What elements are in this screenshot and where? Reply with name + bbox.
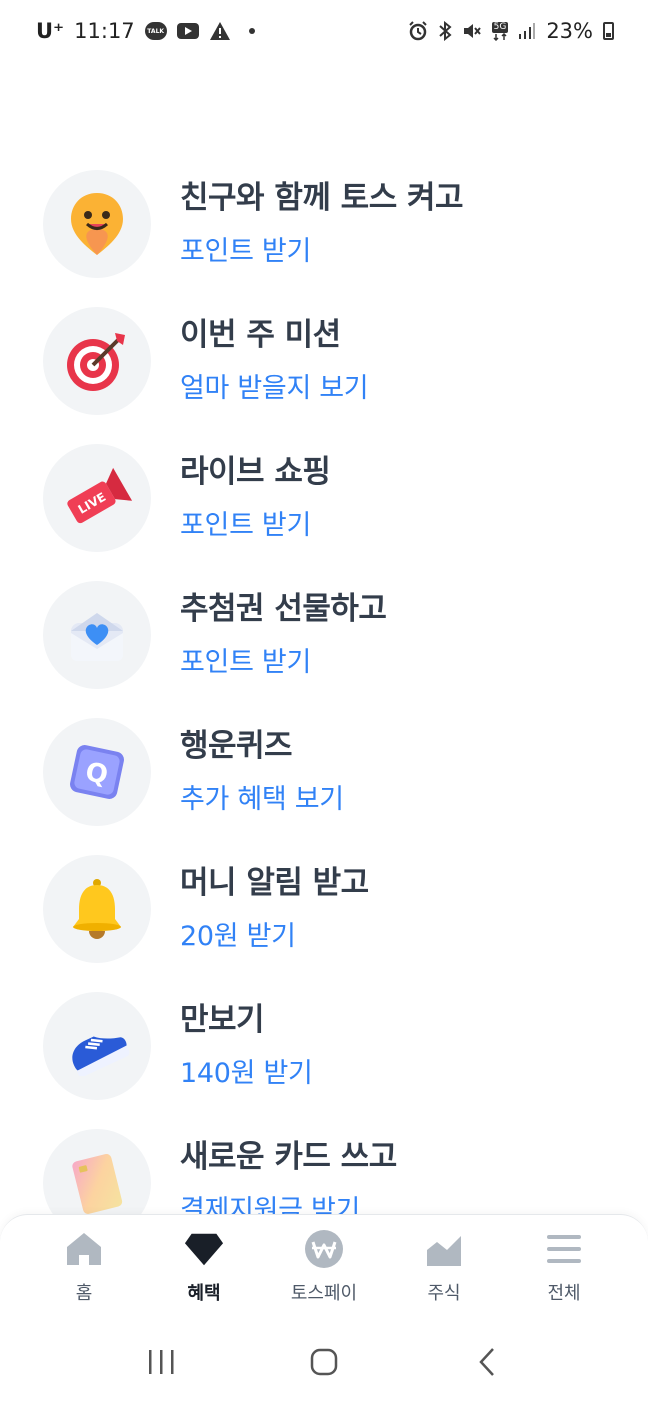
- system-nav-bar: [0, 1320, 648, 1404]
- item-title: 라이브 쇼핑: [180, 454, 331, 490]
- item-text: 행운퀴즈 추가 혜택 보기: [180, 726, 344, 820]
- item-text: 추첨권 선물하고 포인트 받기: [180, 589, 387, 683]
- sneaker-icon: [43, 992, 151, 1100]
- list-item-lucky-quiz[interactable]: Q 행운퀴즈 추가 혜택 보기: [0, 716, 648, 826]
- item-title: 행운퀴즈: [180, 728, 293, 764]
- list-item-live-shopping[interactable]: LIVE 라이브 쇼핑 포인트 받기: [0, 442, 648, 552]
- tab-label: 주식: [427, 1283, 461, 1304]
- item-title: 만보기: [180, 1002, 265, 1038]
- heart-envelope-icon: [43, 581, 151, 689]
- mute-icon: [462, 21, 482, 41]
- recent-apps-button[interactable]: [131, 1337, 191, 1387]
- list-item-money-alert[interactable]: 머니 알림 받고 20원 받기: [0, 853, 648, 963]
- alarm-icon: [408, 21, 428, 41]
- battery-percent: 23%: [546, 19, 593, 43]
- warning-icon: [209, 21, 231, 41]
- item-text: 라이브 쇼핑 포인트 받기: [180, 452, 331, 546]
- tab-stocks[interactable]: 주식: [389, 1229, 499, 1320]
- menu-icon: [544, 1229, 584, 1269]
- bell-icon: [43, 855, 151, 963]
- list-item-pedometer[interactable]: 만보기 140원 받기: [0, 990, 648, 1100]
- back-button[interactable]: [457, 1337, 517, 1387]
- tab-benefits[interactable]: 혜택: [149, 1229, 259, 1320]
- network-5g-icon: 5G: [491, 21, 509, 41]
- item-subtitle: 포인트 받기: [180, 647, 311, 678]
- item-subtitle: 추가 혜택 보기: [180, 784, 344, 815]
- tab-label: 전체: [547, 1283, 581, 1304]
- gem-icon: [184, 1229, 224, 1269]
- item-subtitle: 포인트 받기: [180, 236, 311, 267]
- item-text: 친구와 함께 토스 켜고 포인트 받기: [180, 178, 464, 272]
- tab-all[interactable]: 전체: [509, 1229, 619, 1320]
- list-item-gift-ticket[interactable]: 추첨권 선물하고 포인트 받기: [0, 579, 648, 689]
- clock: 11:17: [74, 19, 135, 43]
- item-title: 머니 알림 받고: [180, 865, 369, 901]
- youtube-icon: [176, 23, 199, 39]
- tab-label: 혜택: [187, 1283, 221, 1304]
- item-text: 이번 주 미션 얼마 받을지 보기: [180, 315, 369, 409]
- tab-home[interactable]: 홈: [29, 1229, 139, 1320]
- home-icon: [64, 1229, 104, 1269]
- tab-label: 토스페이: [290, 1283, 358, 1304]
- status-right: 5G 23%: [408, 19, 614, 43]
- status-left: U⁺ 11:17 TALK: [36, 19, 255, 43]
- target-dart-icon: [43, 307, 151, 415]
- quiz-block-icon: Q: [43, 718, 151, 826]
- tab-label: 홈: [75, 1283, 93, 1304]
- bottom-tab-bar: 홈 혜택 토스페이 주식 전체: [0, 1214, 648, 1320]
- list-item-invite-friend[interactable]: 친구와 함께 토스 켜고 포인트 받기: [0, 168, 648, 278]
- network-label: 5G: [491, 21, 509, 33]
- bluetooth-icon: [438, 21, 452, 41]
- item-title: 새로운 카드 쓰고: [180, 1139, 397, 1175]
- stock-chart-icon: [424, 1229, 464, 1269]
- smiley-pin-icon: [43, 170, 151, 278]
- signal-icon: [518, 22, 536, 40]
- carrier-label: U⁺: [36, 19, 65, 43]
- won-coin-icon: [304, 1229, 344, 1269]
- item-subtitle: 얼마 받을지 보기: [180, 373, 369, 404]
- notification-dot-icon: [248, 28, 255, 34]
- live-megaphone-icon: LIVE: [43, 444, 151, 552]
- item-title: 친구와 함께 토스 켜고: [180, 180, 464, 216]
- item-subtitle: 포인트 받기: [180, 510, 311, 541]
- status-bar: U⁺ 11:17 TALK 5G 23%: [0, 0, 648, 62]
- item-text: 머니 알림 받고 20원 받기: [180, 863, 369, 957]
- item-subtitle: 140원 받기: [180, 1058, 313, 1089]
- battery-icon: [603, 22, 614, 40]
- tab-tosspay[interactable]: 토스페이: [269, 1229, 379, 1320]
- item-title: 이번 주 미션: [180, 317, 341, 353]
- item-subtitle: 20원 받기: [180, 921, 296, 952]
- home-button[interactable]: [294, 1337, 354, 1387]
- kakaotalk-icon: TALK: [144, 22, 167, 40]
- item-title: 추첨권 선물하고: [180, 591, 387, 627]
- list-item-weekly-mission[interactable]: 이번 주 미션 얼마 받을지 보기: [0, 305, 648, 415]
- item-text: 만보기 140원 받기: [180, 1000, 313, 1094]
